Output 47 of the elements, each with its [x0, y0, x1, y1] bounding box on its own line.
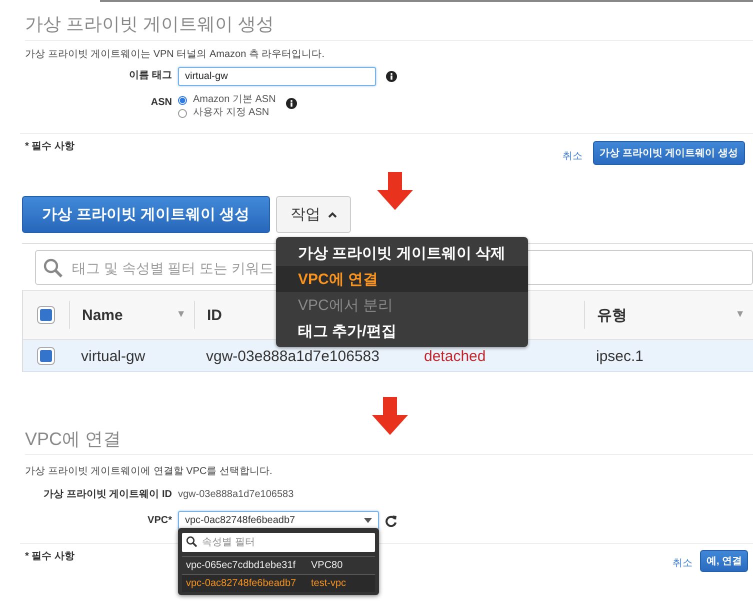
radio-option[interactable]: 사용자 지정 ASN	[178, 107, 276, 119]
field-label: ASN	[150, 96, 172, 110]
refresh-icon[interactable]	[385, 514, 397, 526]
radio-label: Amazon 기본 ASN	[193, 94, 276, 106]
dropdown-option[interactable]: vpc-0ac82748fe6beadb7 test-vpc	[182, 574, 375, 592]
required-note: * 필수 사항	[25, 140, 76, 153]
info-icon	[286, 98, 297, 109]
description: 가상 프라이빗 게이트웨이에 연결할 VPC를 선택합니다.	[25, 465, 274, 478]
radio-option[interactable]: Amazon 기본 ASN	[178, 94, 276, 106]
radio-button[interactable]	[178, 108, 187, 118]
table-cell-text: ipsec.1	[595, 347, 645, 367]
name-tag-field[interactable]: virtual-gw	[178, 67, 376, 86]
caret-up-icon	[328, 212, 336, 218]
table-row[interactable]: virtual-gw vgw-03e888a1d7e106583 detached ipsec.1	[23, 340, 753, 372]
menu-item[interactable]: 가상 프라이빗 게이트웨이 삭제	[276, 240, 528, 266]
cancel-link[interactable]: 취소	[562, 149, 583, 163]
gateway-id: vgw-03e888a1d7e106583	[178, 488, 294, 500]
field-label: 가상 프라이빗 게이트웨이 ID	[42, 488, 172, 501]
down-arrow-icon	[372, 397, 408, 435]
radio-label: 사용자 지정 ASN	[193, 107, 270, 119]
required-note: * 필수 사항	[25, 550, 76, 563]
field-label: VPC*	[146, 515, 172, 526]
create-gateway-button[interactable]: 가상 프라이빗 게이트웨이 생성	[592, 141, 745, 165]
down-arrow-icon	[377, 172, 413, 210]
cancel-link[interactable]: 취소	[672, 556, 692, 570]
page-title: 가상 프라이빗 게이트웨이 생성	[25, 2, 753, 41]
actions-button[interactable]: 작업	[276, 196, 351, 233]
info-icon	[386, 71, 397, 82]
table-cell-text: virtual-gw	[80, 347, 146, 367]
search-icon	[186, 536, 197, 547]
attach-button[interactable]: 예, 연결	[700, 550, 748, 572]
menu-item[interactable]: VPC에 연결	[276, 266, 528, 292]
description: 가상 프라이빗 게이트웨이는 VPN 터널의 Amazon 측 라우터입니다.	[25, 48, 326, 61]
checkbox[interactable]	[37, 306, 55, 324]
search-icon	[43, 258, 63, 278]
radio-button[interactable]	[178, 96, 187, 104]
create-gateway-button[interactable]: 가상 프라이빗 게이트웨이 생성	[22, 196, 270, 233]
table-cell-text: vgw-03e888a1d7e106583	[205, 347, 380, 367]
field-label: 이름 태그	[128, 69, 172, 83]
caret-down-icon	[364, 518, 372, 523]
column-header[interactable]: ID	[207, 306, 222, 324]
table-cell-text: detached	[423, 347, 487, 367]
column-header[interactable]: 유형	[597, 306, 627, 324]
column-header[interactable]: Name	[82, 306, 123, 324]
page-title: VPC에 연결	[25, 425, 753, 455]
checkbox[interactable]	[37, 346, 55, 364]
filter-field[interactable]: 속성별 필터	[182, 533, 375, 552]
